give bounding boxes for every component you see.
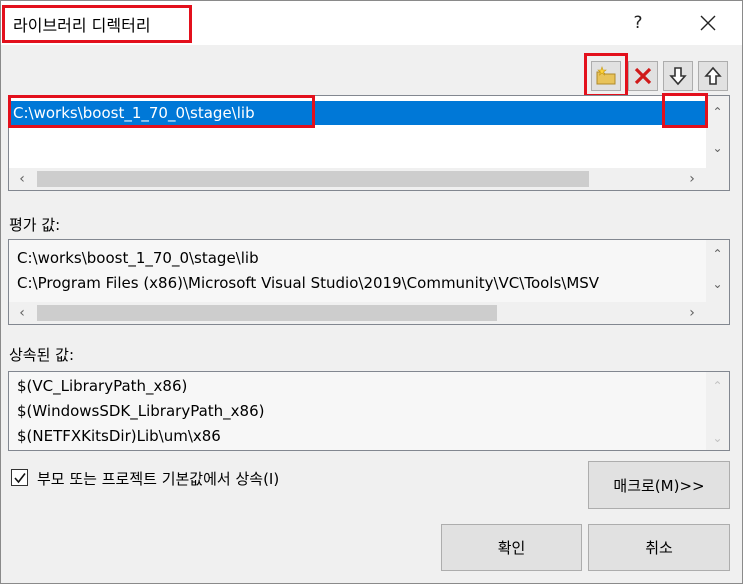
delete-button[interactable] bbox=[628, 61, 658, 91]
delete-icon bbox=[634, 67, 652, 85]
inherit-checkbox[interactable] bbox=[11, 469, 28, 486]
evaluated-value-label: 평가 값: bbox=[9, 216, 61, 234]
close-icon bbox=[700, 15, 716, 31]
horizontal-scroll-thumb[interactable] bbox=[37, 171, 589, 187]
checkmark-icon bbox=[13, 472, 26, 483]
dialog-title: 라이브러리 디렉터리 bbox=[13, 16, 151, 35]
cancel-button[interactable]: 취소 bbox=[588, 524, 730, 571]
title-bar: 라이브러리 디렉터리 ? bbox=[1, 1, 742, 45]
evaluated-horizontal-scrollbar[interactable]: ‹ › bbox=[9, 302, 729, 324]
evaluated-line: C:\works\boost_1_70_0\stage\lib bbox=[17, 249, 259, 267]
new-line-button[interactable] bbox=[591, 61, 621, 91]
scroll-right-arrow-icon[interactable]: › bbox=[681, 302, 703, 324]
help-button[interactable]: ? bbox=[617, 7, 659, 39]
scroll-down-arrow-icon[interactable]: ⌄ bbox=[706, 274, 729, 294]
horizontal-scroll-thumb[interactable] bbox=[37, 305, 497, 321]
ok-button[interactable]: 확인 bbox=[441, 524, 582, 571]
inherited-line: $(WindowsSDK_LibraryPath_x86) bbox=[17, 402, 265, 420]
inherited-vertical-scrollbar[interactable]: ⌃ ⌄ bbox=[706, 372, 729, 450]
new-folder-icon bbox=[596, 66, 616, 85]
scroll-up-arrow-icon[interactable]: ⌃ bbox=[706, 102, 729, 122]
scroll-left-arrow-icon[interactable]: ‹ bbox=[11, 168, 33, 190]
inherited-values-box[interactable]: $(VC_LibraryPath_x86) $(WindowsSDK_Libra… bbox=[8, 371, 730, 451]
move-up-icon bbox=[704, 66, 722, 85]
directory-list[interactable]: C:\works\boost_1_70_0\stage\lib ⌃ ⌄ ‹ › bbox=[8, 95, 730, 191]
directory-list-horizontal-scrollbar[interactable]: ‹ › bbox=[9, 168, 729, 190]
macros-button[interactable]: 매크로(M)>> bbox=[588, 461, 730, 509]
evaluated-value-box[interactable]: C:\works\boost_1_70_0\stage\lib C:\Progr… bbox=[8, 239, 730, 325]
scroll-up-arrow-icon[interactable]: ⌃ bbox=[706, 244, 729, 264]
scroll-down-arrow-icon[interactable]: ⌄ bbox=[706, 428, 729, 448]
list-item[interactable]: C:\works\boost_1_70_0\stage\lib bbox=[9, 101, 706, 125]
directory-list-vertical-scrollbar[interactable]: ⌃ ⌄ bbox=[706, 96, 729, 168]
library-directories-dialog: 라이브러리 디렉터리 ? C:\works\boost_1_70_0\stage… bbox=[0, 0, 743, 584]
scroll-right-arrow-icon[interactable]: › bbox=[681, 168, 703, 190]
inherited-values-label: 상속된 값: bbox=[9, 346, 75, 364]
move-up-button[interactable] bbox=[698, 61, 728, 91]
scroll-down-arrow-icon[interactable]: ⌄ bbox=[706, 138, 729, 158]
scroll-left-arrow-icon[interactable]: ‹ bbox=[11, 302, 33, 324]
evaluated-line: C:\Program Files (x86)\Microsoft Visual … bbox=[17, 274, 600, 292]
inherit-checkbox-label[interactable]: 부모 또는 프로젝트 기본값에서 상속(I) bbox=[37, 468, 279, 489]
move-down-button[interactable] bbox=[663, 61, 693, 91]
inherited-line: $(NETFXKitsDir)Lib\um\x86 bbox=[17, 427, 221, 445]
close-button[interactable] bbox=[687, 7, 729, 39]
evaluated-vertical-scrollbar[interactable]: ⌃ ⌄ bbox=[706, 240, 729, 302]
move-down-icon bbox=[669, 67, 687, 86]
list-item-text: C:\works\boost_1_70_0\stage\lib bbox=[13, 104, 255, 122]
scroll-up-arrow-icon[interactable]: ⌃ bbox=[706, 376, 729, 396]
inherited-line: $(VC_LibraryPath_x86) bbox=[17, 377, 188, 395]
